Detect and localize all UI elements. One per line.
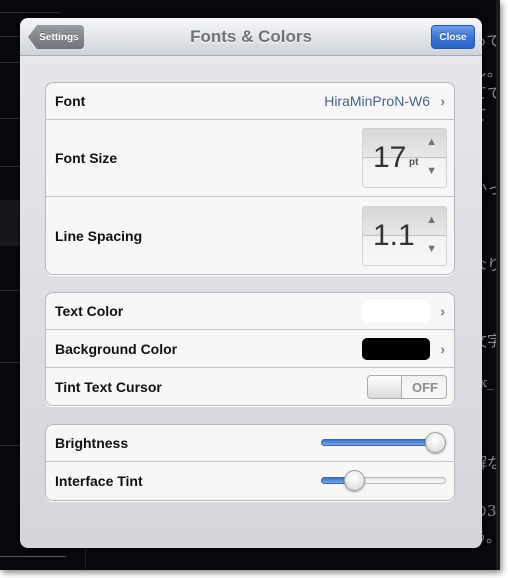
chevron-right-icon: ›	[440, 340, 445, 357]
brightness-row: Brightness	[46, 425, 454, 462]
scroll-edge	[496, 0, 500, 570]
close-button[interactable]: Close	[431, 25, 475, 49]
tint-text-cursor-label: Tint Text Cursor	[55, 378, 162, 395]
interface-tint-row: Interface Tint	[46, 462, 454, 500]
line-spacing-stepper[interactable]: 1.1 ▲ ▼	[362, 205, 447, 266]
colors-group: Text Color › Background Color › Tint Tex…	[45, 292, 455, 406]
font-size-label: Font Size	[55, 150, 118, 166]
text-color-swatch	[362, 300, 430, 322]
slider-fill	[321, 439, 436, 446]
background-color-label: Background Color	[55, 340, 178, 357]
increment-arrow-icon[interactable]: ▲	[426, 214, 437, 226]
brightness-slider[interactable]	[321, 432, 446, 454]
typography-group: Font HiraMinProN-W6 › Font Size 17 pt ▲ …	[45, 82, 455, 275]
font-size-value: 17	[373, 141, 407, 174]
interface-tint-slider[interactable]	[321, 470, 446, 492]
popover-title: Fonts & Colors	[190, 27, 312, 46]
sidebar-divider	[0, 12, 60, 13]
sidebar-divider	[0, 556, 66, 557]
sidebar-divider	[0, 62, 20, 63]
sidebar-selected-item[interactable]	[0, 200, 22, 246]
interface-tint-label: Interface Tint	[55, 473, 143, 489]
line-spacing-value: 1.1	[373, 218, 415, 252]
sidebar-divider	[0, 118, 20, 119]
tint-text-cursor-toggle[interactable]: OFF	[367, 374, 447, 399]
display-group: Brightness Interface Tint	[45, 424, 455, 501]
navigation-bar: Settings Fonts & Colors Close	[20, 18, 482, 56]
sidebar-divider	[0, 166, 20, 167]
toggle-state: OFF	[412, 379, 438, 395]
font-size-row: Font Size 17 pt ▲ ▼	[46, 120, 454, 197]
sidebar-divider	[0, 36, 20, 37]
line-spacing-row: Line Spacing 1.1 ▲ ▼	[46, 197, 454, 274]
tint-text-cursor-row: Tint Text Cursor OFF	[46, 368, 454, 405]
increment-arrow-icon[interactable]: ▲	[426, 136, 437, 148]
slider-thumb[interactable]	[425, 432, 446, 453]
font-size-unit: pt	[409, 157, 419, 168]
sidebar-divider	[0, 290, 20, 291]
chevron-right-icon: ›	[440, 93, 445, 109]
sidebar-divider	[0, 362, 20, 363]
brightness-label: Brightness	[55, 435, 129, 451]
text-color-label: Text Color	[55, 303, 124, 319]
background-color-row[interactable]: Background Color ›	[46, 330, 454, 368]
font-size-stepper[interactable]: 17 pt ▲ ▼	[362, 128, 447, 188]
sidebar-divider	[85, 548, 86, 570]
font-value: HiraMinProN-W6	[324, 93, 430, 109]
font-row[interactable]: Font HiraMinProN-W6 ›	[46, 83, 454, 120]
slider-thumb[interactable]	[343, 470, 365, 491]
sidebar-divider	[0, 445, 20, 446]
text-color-row[interactable]: Text Color ›	[46, 293, 454, 330]
decrement-arrow-icon[interactable]: ▼	[426, 243, 437, 255]
chevron-right-icon: ›	[440, 303, 445, 319]
decrement-arrow-icon[interactable]: ▼	[426, 165, 437, 177]
background-color-swatch	[362, 337, 430, 360]
fonts-colors-popover: Settings Fonts & Colors Close Font HiraM…	[20, 18, 482, 548]
font-label: Font	[55, 93, 86, 109]
line-spacing-label: Line Spacing	[55, 227, 143, 244]
toggle-knob[interactable]	[368, 375, 402, 398]
